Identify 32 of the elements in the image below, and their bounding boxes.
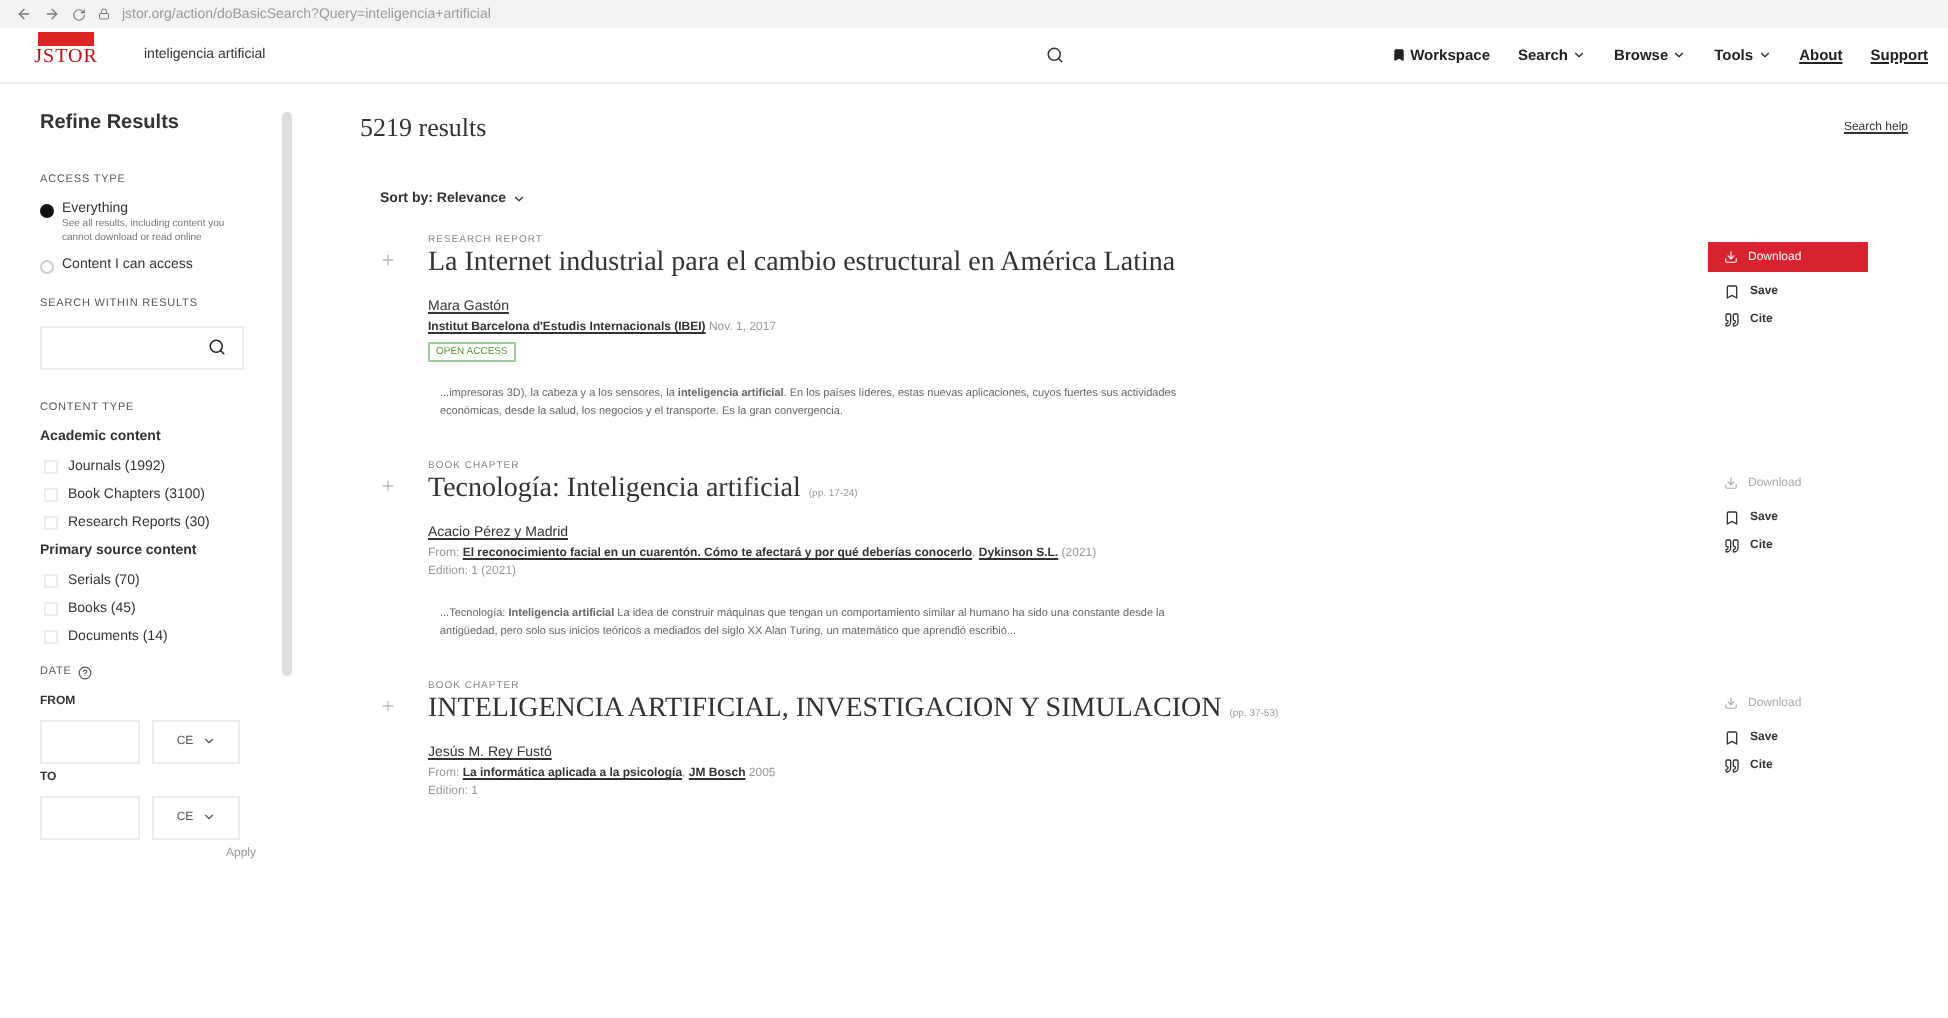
- forward-icon[interactable]: [44, 6, 60, 22]
- chevron-icon[interactable]: [201, 810, 216, 824]
- search-icon[interactable]: [208, 338, 226, 356]
- download-icon: [1724, 696, 1738, 711]
- chevron-icon[interactable]: [512, 192, 527, 206]
- help-icon[interactable]: [77, 665, 92, 679]
- result-title[interactable]: Tecnología: Inteligencia artificial: [428, 474, 801, 507]
- bookmark-icon: [1724, 284, 1740, 300]
- bookmark-icon: [1724, 510, 1740, 527]
- lock-icon: [98, 8, 110, 20]
- chevron-icon[interactable]: [1572, 48, 1587, 62]
- chevron-icon[interactable]: [1672, 48, 1687, 62]
- results-count: 5219 results: [360, 112, 487, 144]
- radio-button[interactable]: [40, 204, 54, 218]
- result-title[interactable]: INTELIGENCIA ARTIFICIAL, INVESTIGACION Y SIMULACION: [428, 694, 1222, 727]
- sidebar-title: Refine Results: [40, 112, 181, 134]
- bookmark-icon: [1724, 730, 1740, 747]
- bookmark-icon[interactable]: [1392, 48, 1407, 62]
- quote-icon: [1724, 538, 1740, 555]
- scrollbar[interactable]: [282, 112, 292, 676]
- result-title[interactable]: La Internet industrial para el cambio estructural en América Latina: [428, 248, 1176, 280]
- back-icon[interactable]: [16, 6, 32, 22]
- quote-icon: [1724, 312, 1740, 328]
- logo[interactable]: JSTOR: [36, 31, 96, 79]
- search-within-field[interactable]: [40, 325, 244, 369]
- reload-icon[interactable]: [72, 7, 86, 21]
- chevron-icon[interactable]: [1757, 48, 1772, 62]
- download-icon: [1724, 476, 1738, 491]
- search-icon[interactable]: [1046, 46, 1064, 64]
- quote-icon: [1724, 758, 1740, 775]
- chevron-icon[interactable]: [201, 734, 216, 748]
- download-icon: [1724, 250, 1738, 264]
